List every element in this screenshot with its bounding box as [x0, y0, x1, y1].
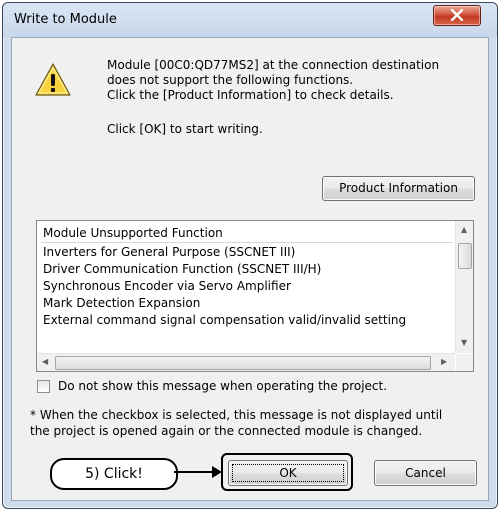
- list-item[interactable]: Driver Communication Function (SSCNET II…: [43, 261, 453, 278]
- message-line: Module [00C0:QD77MS2] at the connection …: [107, 58, 440, 72]
- horizontal-scrollbar[interactable]: ◀ ▶: [37, 353, 455, 371]
- list-item[interactable]: Mark Detection Expansion: [43, 295, 453, 312]
- footnote: * When the checkbox is selected, this me…: [30, 407, 480, 439]
- vertical-scrollbar[interactable]: ▲ ▼: [455, 221, 473, 353]
- list-item[interactable]: External command signal compensation val…: [43, 312, 453, 329]
- cancel-button[interactable]: Cancel: [374, 460, 477, 486]
- ok-button[interactable]: OK: [228, 460, 348, 486]
- scroll-down-icon[interactable]: ▼: [461, 339, 467, 347]
- horizontal-scroll-thumb[interactable]: [55, 356, 431, 370]
- list-item[interactable]: Inverters for General Purpose (SSCNET II…: [43, 244, 453, 261]
- scroll-right-icon[interactable]: ▶: [441, 358, 447, 366]
- message-line: Click [OK] to start writing.: [107, 122, 263, 136]
- list-header: Module Unsupported Function: [41, 225, 453, 243]
- close-icon: [450, 9, 464, 21]
- footnote-line: * When the checkbox is selected, this me…: [30, 408, 443, 422]
- warning-icon: [35, 63, 71, 96]
- focus-rectangle: [232, 464, 344, 482]
- click-callout: 5) Click!: [50, 458, 178, 490]
- message-text: Module [00C0:QD77MS2] at the connection …: [107, 58, 477, 137]
- scroll-left-icon[interactable]: ◀: [42, 358, 48, 366]
- scrollbar-corner: [456, 354, 473, 371]
- list-header-label: Module Unsupported Function: [43, 226, 223, 240]
- close-button[interactable]: [433, 5, 481, 26]
- vertical-scroll-thumb[interactable]: [458, 243, 472, 269]
- product-information-button[interactable]: Product Information: [322, 176, 475, 201]
- callout-arrow-icon: [174, 466, 222, 478]
- list-items: Inverters for General Purpose (SSCNET II…: [43, 244, 453, 329]
- message-line: does not support the following functions…: [107, 73, 354, 87]
- unsupported-function-list[interactable]: Module Unsupported Function Inverters fo…: [36, 220, 474, 372]
- dialog-body: Module [00C0:QD77MS2] at the connection …: [11, 37, 489, 501]
- dont-show-checkbox[interactable]: [37, 380, 50, 393]
- dont-show-checkbox-label[interactable]: Do not show this message when operating …: [58, 379, 387, 393]
- scroll-up-icon[interactable]: ▲: [461, 226, 467, 234]
- title-bar[interactable]: Write to Module: [3, 3, 497, 37]
- dialog-title: Write to Module: [14, 12, 117, 27]
- list-item[interactable]: Synchronous Encoder via Servo Amplifier: [43, 278, 453, 295]
- dialog-window: Write to Module Module [00C0:QD77MS2] at…: [2, 2, 498, 509]
- message-line: Click the [Product Information] to check…: [107, 88, 394, 102]
- footnote-line: the project is opened again or the conne…: [30, 424, 423, 438]
